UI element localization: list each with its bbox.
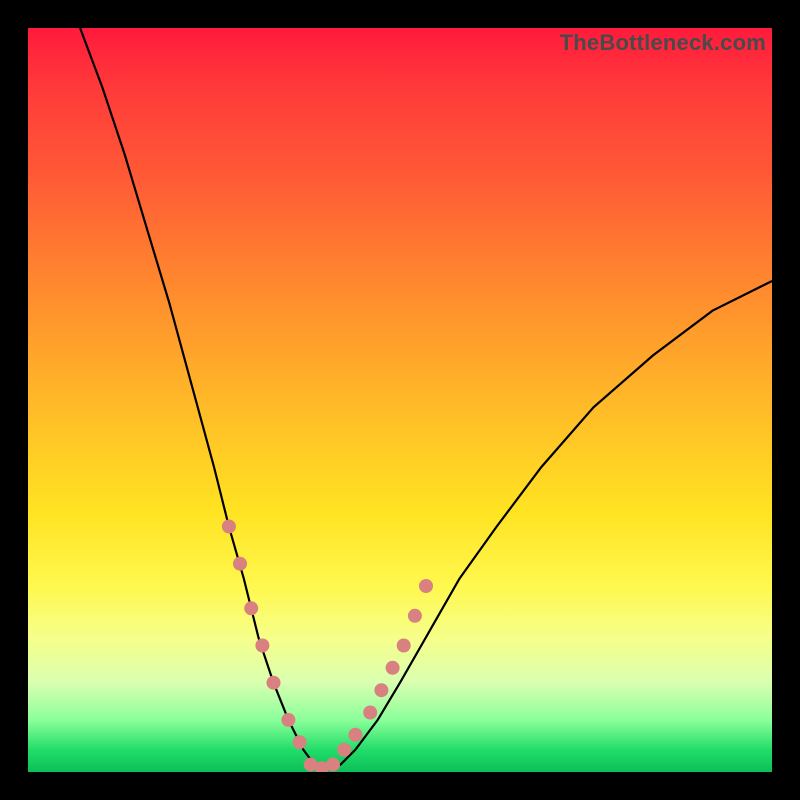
marker-dot bbox=[363, 706, 377, 720]
marker-group bbox=[222, 520, 433, 773]
marker-dot bbox=[255, 639, 269, 653]
marker-dot bbox=[222, 520, 236, 534]
marker-dot bbox=[304, 758, 318, 772]
marker-dot bbox=[281, 713, 295, 727]
watermark-label: TheBottleneck.com bbox=[560, 30, 766, 56]
marker-dot bbox=[408, 609, 422, 623]
marker-dot bbox=[348, 728, 362, 742]
bottleneck-curve-path bbox=[80, 28, 772, 768]
marker-dot bbox=[419, 579, 433, 593]
marker-dot bbox=[386, 661, 400, 675]
marker-dot bbox=[374, 683, 388, 697]
marker-dot bbox=[397, 639, 411, 653]
marker-dot bbox=[244, 601, 258, 615]
marker-dot bbox=[267, 676, 281, 690]
chart-frame: TheBottleneck.com bbox=[24, 24, 776, 776]
bottleneck-chart bbox=[28, 28, 772, 772]
marker-dot bbox=[233, 557, 247, 571]
marker-dot bbox=[337, 743, 351, 757]
marker-dot bbox=[326, 758, 340, 772]
marker-dot bbox=[315, 761, 329, 772]
marker-dot bbox=[293, 735, 307, 749]
gradient-background: TheBottleneck.com bbox=[28, 28, 772, 772]
